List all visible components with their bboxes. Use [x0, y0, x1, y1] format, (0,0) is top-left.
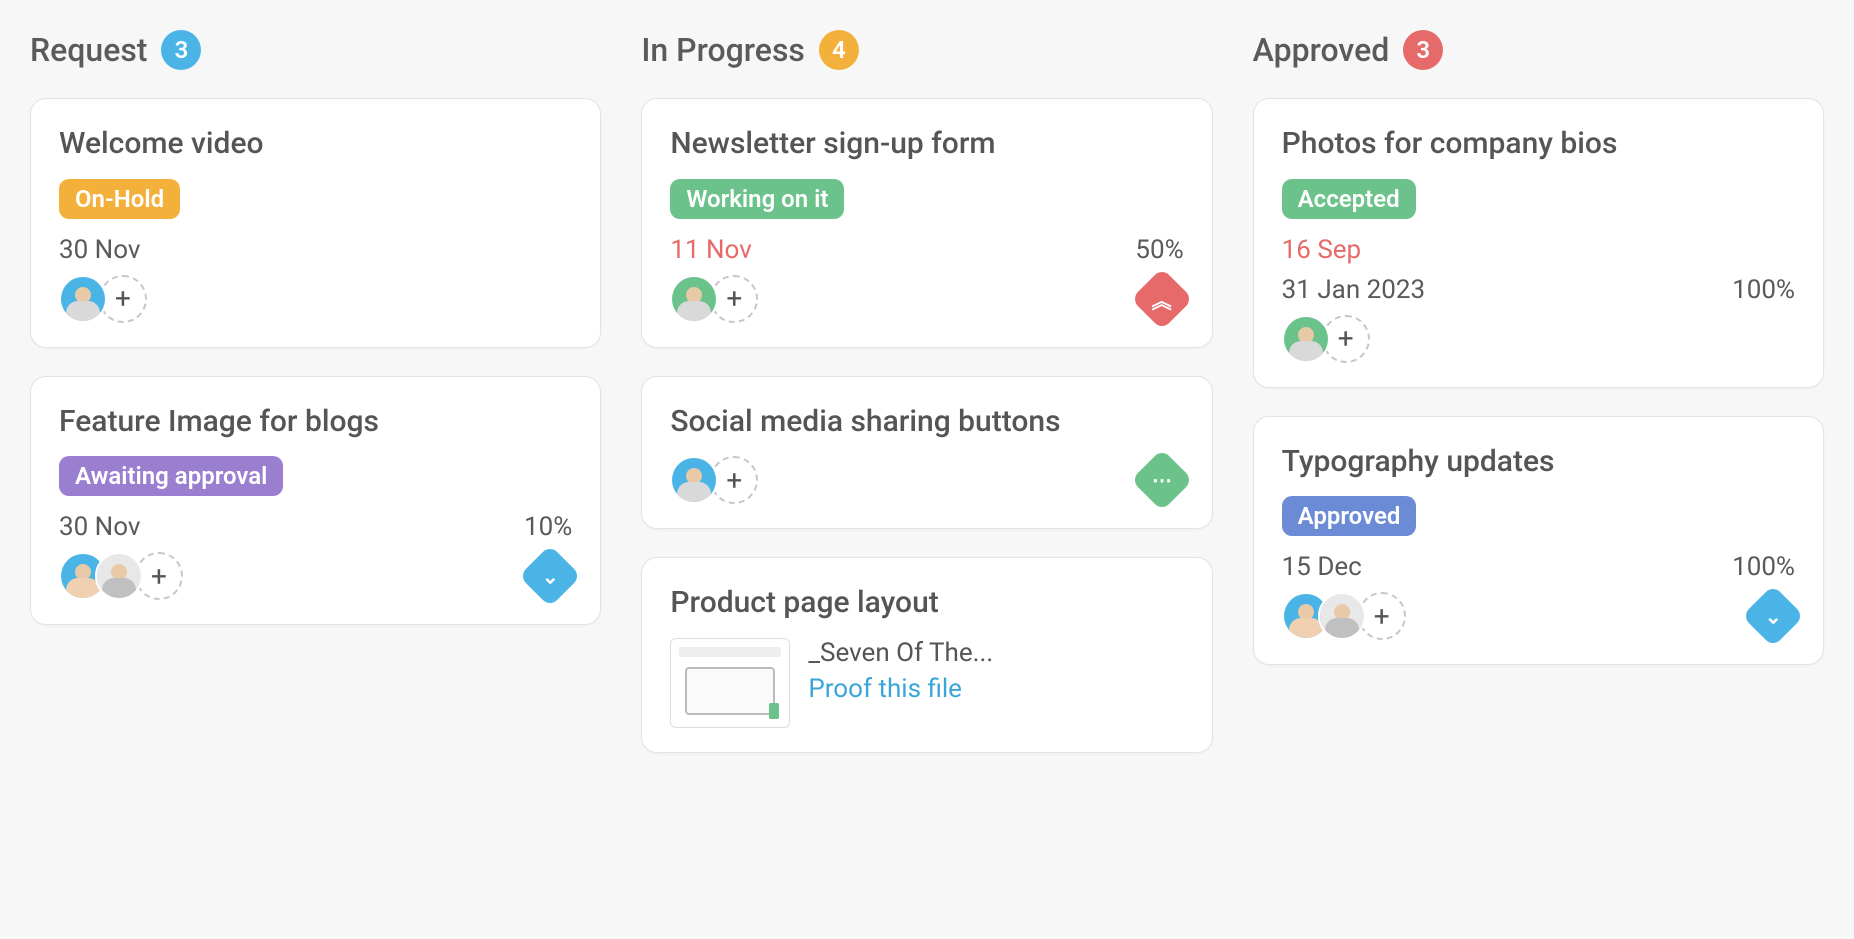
due-date: 16 Sep — [1282, 235, 1362, 265]
meta-row: 16 Sep — [1282, 235, 1795, 265]
status-badge: Accepted — [1282, 179, 1416, 219]
column-title: Request — [30, 31, 147, 69]
avatar[interactable] — [95, 552, 143, 600]
avatar[interactable] — [670, 275, 718, 323]
assignees: + — [670, 275, 758, 323]
kanban-card[interactable]: Typography updatesApproved15 Dec100%+⌄ — [1253, 416, 1824, 666]
card-title: Welcome video — [59, 125, 572, 163]
assignees: + — [670, 456, 758, 504]
avatar[interactable] — [1318, 592, 1366, 640]
kanban-card[interactable]: Feature Image for blogs Awaiting approval… — [30, 376, 601, 626]
card-footer: +⌄ — [59, 552, 572, 600]
avatar[interactable] — [1282, 315, 1330, 363]
kanban-column: In Progress 4 Newsletter sign-up form Worki… — [641, 30, 1212, 781]
due-date: 30 Nov — [59, 512, 140, 542]
attachment-thumbnail[interactable] — [670, 638, 790, 728]
kanban-column: Request3Welcome videoOn-Hold30 Nov+Featu… — [30, 30, 601, 653]
priority-icon[interactable]: ︽ — [1131, 267, 1193, 329]
kanban-card[interactable]: Product page layout _Seven Of The... Proof… — [641, 557, 1212, 753]
status-badge: Working on it — [670, 179, 844, 219]
avatar[interactable] — [59, 275, 107, 323]
attachment: _Seven Of The... Proof this file — [670, 638, 1183, 728]
priority-icon[interactable]: ⌄ — [1742, 585, 1804, 647]
column-header: Request 3 — [30, 30, 601, 70]
avatar[interactable] — [670, 456, 718, 504]
status-badge: Approved — [1282, 496, 1417, 536]
card-title: Typography updates — [1282, 443, 1795, 481]
kanban-column: Approved 3 Photos for company bios Accepted… — [1253, 30, 1824, 693]
progress-percent: 10% — [524, 512, 572, 542]
priority-icon[interactable]: ⌄ — [519, 545, 581, 607]
kanban-board: Request3Welcome videoOn-Hold30 Nov+Featu… — [30, 30, 1824, 781]
card-title: Newsletter sign-up form — [670, 125, 1183, 163]
status-badge: Awaiting approval — [59, 456, 283, 496]
meta-row: 11 Nov 50% — [670, 235, 1183, 265]
card-footer: +⌄ — [1282, 592, 1795, 640]
column-title: Approved — [1253, 31, 1390, 69]
kanban-card[interactable]: Welcome video On-Hold 30 Nov + — [30, 98, 601, 348]
assignees: + — [1282, 592, 1406, 640]
meta-row: 31 Jan 2023 100% — [1282, 275, 1795, 305]
column-count-badge: 3 — [1403, 30, 1443, 70]
card-title: Feature Image for blogs — [59, 403, 572, 441]
card-footer: +⋯ — [670, 456, 1183, 504]
due-date: 11 Nov — [670, 235, 751, 265]
card-footer: + — [1282, 315, 1795, 363]
column-count-badge: 4 — [819, 30, 859, 70]
card-footer: +︽ — [670, 275, 1183, 323]
column-header: Approved 3 — [1253, 30, 1824, 70]
kanban-card[interactable]: Social media sharing buttons+⋯ — [641, 376, 1212, 530]
progress-percent: 100% — [1732, 552, 1795, 582]
meta-row: 15 Dec 100% — [1282, 552, 1795, 582]
assignees: + — [59, 275, 147, 323]
kanban-card[interactable]: Newsletter sign-up form Working on it 11 N… — [641, 98, 1212, 348]
progress-percent: 50% — [1135, 235, 1183, 265]
meta-row: 30 Nov — [59, 235, 572, 265]
column-count-badge: 3 — [161, 30, 201, 70]
status-badge: On-Hold — [59, 179, 180, 219]
card-footer: + — [59, 275, 572, 323]
attachment-name: _Seven Of The... — [808, 638, 993, 668]
secondary-date: 31 Jan 2023 — [1282, 275, 1425, 305]
column-title: In Progress — [641, 31, 805, 69]
assignees: + — [59, 552, 183, 600]
due-date: 15 Dec — [1282, 552, 1362, 582]
kanban-card[interactable]: Photos for company bios Accepted 16 Sep 31 … — [1253, 98, 1824, 388]
card-title: Social media sharing buttons — [670, 403, 1183, 441]
column-header: In Progress 4 — [641, 30, 1212, 70]
meta-row: 30 Nov 10% — [59, 512, 572, 542]
due-date: 30 Nov — [59, 235, 140, 265]
proof-file-link[interactable]: Proof this file — [808, 674, 993, 704]
assignees: + — [1282, 315, 1370, 363]
card-title: Product page layout — [670, 584, 1183, 622]
attachment-info: _Seven Of The... Proof this file — [808, 638, 993, 704]
progress-percent: 100% — [1732, 275, 1795, 305]
priority-icon[interactable]: ⋯ — [1131, 449, 1193, 511]
card-title: Photos for company bios — [1282, 125, 1795, 163]
